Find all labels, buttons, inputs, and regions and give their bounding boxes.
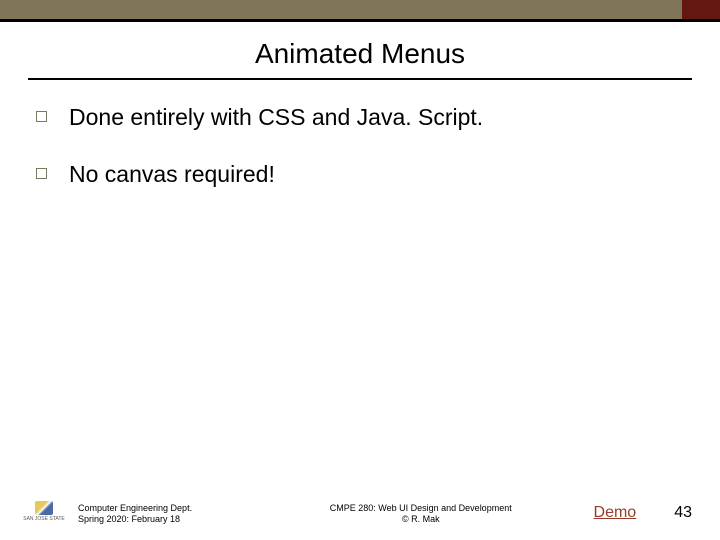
content-area: Done entirely with CSS and Java. Script.…: [0, 80, 720, 188]
page-number: 43: [674, 504, 692, 522]
bullet-text: Done entirely with CSS and Java. Script.: [69, 104, 483, 131]
bullet-icon: [36, 111, 47, 122]
footer: SAN JOSÉ STATE Computer Engineering Dept…: [0, 496, 720, 526]
bullet-text: No canvas required!: [69, 161, 275, 188]
list-item: Done entirely with CSS and Java. Script.: [36, 104, 684, 131]
header-bar-accent: [682, 0, 720, 22]
footer-center: CMPE 280: Web UI Design and Development …: [248, 503, 594, 526]
logo-text: SAN JOSÉ STATE: [23, 517, 65, 522]
list-item: No canvas required!: [36, 161, 684, 188]
header-bar: [0, 0, 720, 22]
header-bar-main: [0, 0, 682, 22]
bullet-icon: [36, 168, 47, 179]
date-text: Spring 2020: February 18: [78, 514, 248, 526]
title-area: Animated Menus: [0, 38, 720, 80]
university-logo: SAN JOSÉ STATE: [22, 496, 66, 526]
demo-link[interactable]: Demo: [594, 504, 637, 522]
course-text: CMPE 280: Web UI Design and Development: [248, 503, 594, 515]
footer-left: Computer Engineering Dept. Spring 2020: …: [78, 503, 248, 526]
logo-icon: [35, 501, 53, 515]
dept-text: Computer Engineering Dept.: [78, 503, 248, 515]
copyright-text: © R. Mak: [248, 514, 594, 526]
slide-title: Animated Menus: [0, 38, 720, 70]
